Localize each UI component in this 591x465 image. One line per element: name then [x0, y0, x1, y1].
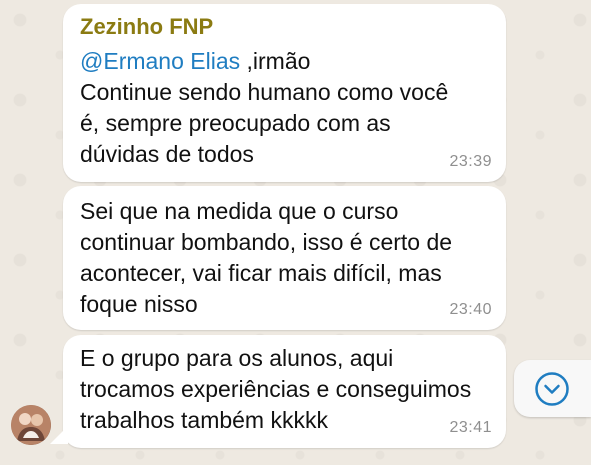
sender-name[interactable]: Zezinho FNP: [80, 14, 213, 40]
message-line: trabalhos também kkkkk: [80, 407, 328, 433]
scroll-to-bottom-button[interactable]: [514, 360, 591, 417]
message-text: @Ermano Elias ,irmão Continue sendo huma…: [80, 46, 494, 170]
message-line: E o grupo para os alunos, aqui: [80, 345, 394, 371]
message-text: Sei que na medida que o curso continuar …: [80, 196, 494, 320]
message-line: dúvidas de todos: [80, 141, 254, 167]
message-line: continuar bombando, isso é certo de: [80, 229, 453, 255]
message-line: Sei que na medida que o curso: [80, 198, 399, 224]
message-text: E o grupo para os alunos, aqui trocamos …: [80, 343, 494, 436]
chevron-down-icon: [535, 372, 569, 406]
mention-line: @Ermano Elias ,irmão: [80, 46, 494, 77]
message-timestamp: 23:41: [449, 419, 492, 436]
mention-link[interactable]: @Ermano Elias: [80, 48, 240, 74]
message-bubble[interactable]: Sei que na medida que o curso continuar …: [63, 186, 506, 330]
message-line: foque nisso: [80, 291, 198, 317]
message-line: Continue sendo humano como você: [80, 79, 449, 105]
message-line: acontecer, vai ficar mais difícil, mas: [80, 260, 442, 286]
message-timestamp: 23:39: [449, 153, 492, 170]
mention-suffix: ,irmão: [240, 48, 311, 74]
message-line: é, sempre preocupado com as: [80, 110, 391, 136]
message-line: trocamos experiências e conseguimos: [80, 376, 472, 402]
avatar[interactable]: [11, 405, 51, 445]
message-bubble[interactable]: E o grupo para os alunos, aqui trocamos …: [63, 335, 506, 448]
message-bubble[interactable]: Zezinho FNP @Ermano Elias ,irmão Continu…: [63, 4, 506, 182]
message-timestamp: 23:40: [449, 301, 492, 318]
